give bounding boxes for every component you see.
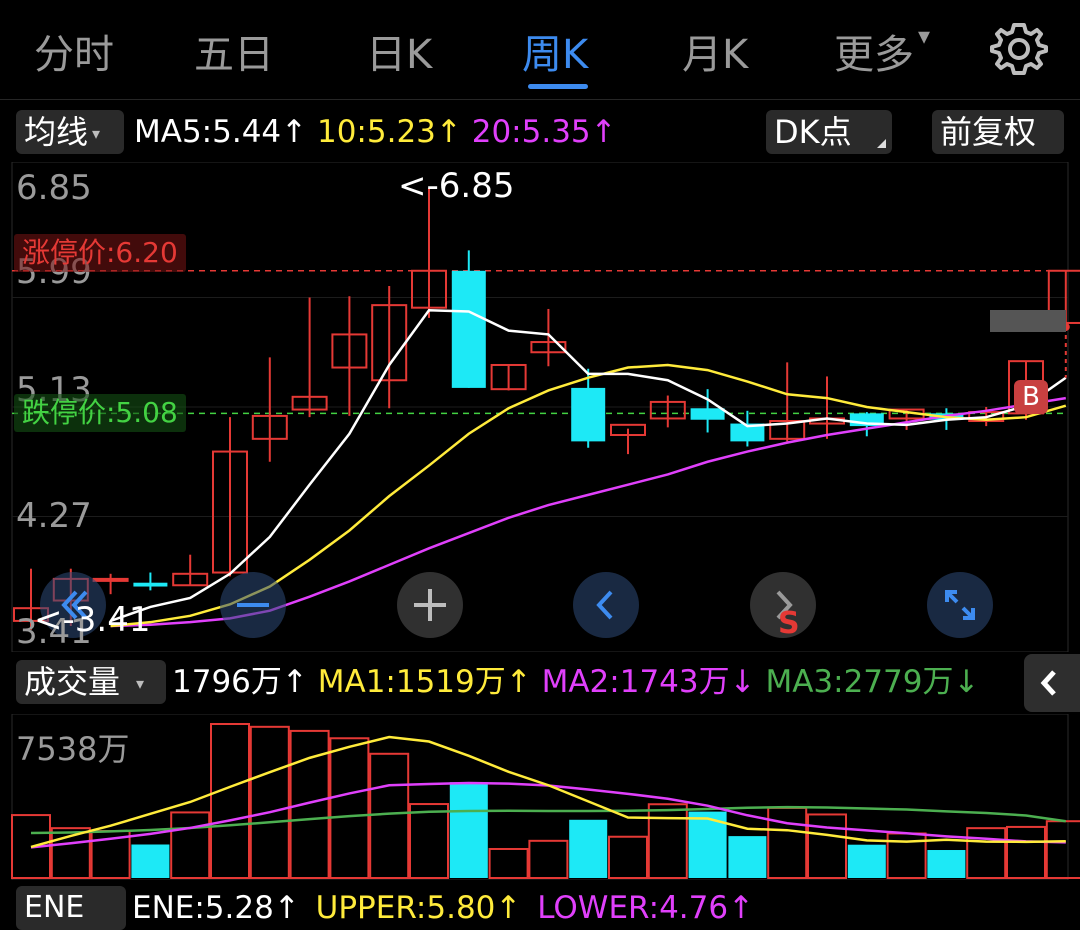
volume-bar	[488, 847, 529, 880]
low-price-annotation: <-3.41	[34, 600, 151, 640]
volume-bar	[210, 723, 250, 879]
volume-bar	[608, 835, 648, 879]
fullscreen-button[interactable]	[927, 572, 993, 638]
ene-upper-value: UPPER:5.80↑	[315, 890, 522, 926]
volume-bar	[767, 806, 808, 879]
ene-indicator-select[interactable]: ENE	[16, 886, 126, 930]
ma-indicator-label: 均线	[24, 113, 89, 151]
volume-bar	[131, 844, 170, 878]
tab-weekly-k[interactable]: 周K	[522, 22, 588, 80]
chevron-left-icon	[596, 590, 613, 620]
volume-bar	[847, 844, 886, 878]
ma10-value: 10:5.23↑	[316, 114, 462, 150]
tab-more[interactable]: 更多 ▾	[834, 22, 930, 80]
ene-legend: ENE:5.28↑ UPPER:5.80↑ LOWER:4.76↑	[132, 886, 754, 930]
volume-bar	[807, 813, 847, 879]
volume-bar	[528, 839, 569, 880]
ene-lower-value: LOWER:4.76↑	[537, 890, 755, 926]
vol-ma1-value: MA1:1519万↑	[317, 664, 532, 700]
more-caret-icon: ▾	[918, 22, 931, 50]
side-panel-toggle[interactable]	[1024, 654, 1080, 712]
volume-bar	[1045, 820, 1080, 879]
limit-down-price-label: 跌停价:5.08	[14, 394, 186, 432]
volume-bar	[329, 737, 370, 880]
volume-bar	[170, 811, 211, 879]
volume-bar	[409, 803, 449, 879]
tab-intraday[interactable]: 分时	[34, 22, 114, 80]
scroll-left-button[interactable]	[573, 572, 639, 638]
ma20-value: 20:5.35↑	[471, 114, 617, 150]
period-tabs: 分时 五日 日K 周K 月K 更多 ▾	[0, 0, 1080, 98]
candle-body	[133, 582, 168, 587]
candle-body	[451, 270, 486, 388]
volume-bar	[728, 836, 767, 878]
limit-up-price-label: 涨停价:6.20	[14, 234, 186, 272]
ma-legend: MA5:5.44↑ 10:5.23↑ 20:5.35↑	[134, 110, 617, 154]
dk-point-button[interactable]: DK点	[766, 110, 892, 154]
side-chevron-left-icon	[1040, 670, 1056, 696]
sell-signal-marker[interactable]: S	[778, 606, 800, 641]
tab-five-day[interactable]: 五日	[194, 22, 274, 80]
tab-monthly-k[interactable]: 月K	[682, 22, 748, 80]
price-axis-4: 4.27	[16, 496, 92, 536]
volume-legend: 1796万↑ MA1:1519万↑ MA2:1743万↓ MA3:2779万↓	[172, 660, 979, 704]
volume-indicator-select[interactable]: 成交量 ▾	[16, 660, 166, 704]
volume-bar	[569, 819, 608, 878]
gear-icon[interactable]	[990, 20, 1048, 78]
zoom-in-button[interactable]	[397, 572, 463, 638]
volume-chart[interactable]	[0, 714, 1080, 880]
volume-bar	[249, 725, 290, 879]
volume-bar	[927, 850, 966, 878]
price-axis-top: 6.85	[16, 168, 92, 208]
dk-point-label: DK点	[774, 113, 852, 151]
current-price-tag	[990, 310, 1066, 332]
buy-signal-marker[interactable]: B	[1014, 380, 1048, 414]
zoom-out-button[interactable]	[220, 572, 286, 638]
ma5-value: MA5:5.44↑	[134, 114, 308, 150]
tab-daily-k[interactable]: 日K	[366, 22, 432, 80]
volume-indicator-label: 成交量	[24, 663, 121, 701]
vol-ma2-line	[30, 781, 1066, 849]
volume-bar	[369, 752, 410, 879]
plus-icon	[414, 589, 446, 621]
vol-ma3-value: MA3:2779万↓	[765, 664, 980, 700]
volume-axis-top: 7538万	[16, 730, 130, 768]
volume-bar	[647, 803, 688, 879]
caret-down-icon: ▾	[136, 674, 145, 693]
forward-adjust-button[interactable]: 前复权	[932, 110, 1064, 154]
candle-body	[571, 387, 606, 442]
caret-down-icon: ▾	[92, 124, 101, 143]
volume-bar	[966, 827, 1007, 880]
tab-more-label: 更多	[834, 32, 914, 78]
ma-indicator-select[interactable]: 均线 ▾	[16, 110, 124, 154]
volume-value: 1796万↑	[172, 664, 308, 700]
volume-bar	[1006, 825, 1046, 879]
corner-triangle-icon	[877, 139, 886, 148]
candle-body	[690, 408, 725, 420]
vol-ma1-line	[30, 735, 1066, 849]
vol-ma2-value: MA2:1743万↓	[541, 664, 756, 700]
ene-value: ENE:5.28↑	[132, 890, 300, 926]
divider	[0, 99, 1080, 100]
volume-bar	[449, 782, 488, 878]
minus-icon	[237, 603, 269, 607]
active-tab-underline	[528, 84, 588, 89]
high-price-annotation: <-6.85	[398, 166, 515, 206]
expand-icon	[945, 590, 975, 620]
